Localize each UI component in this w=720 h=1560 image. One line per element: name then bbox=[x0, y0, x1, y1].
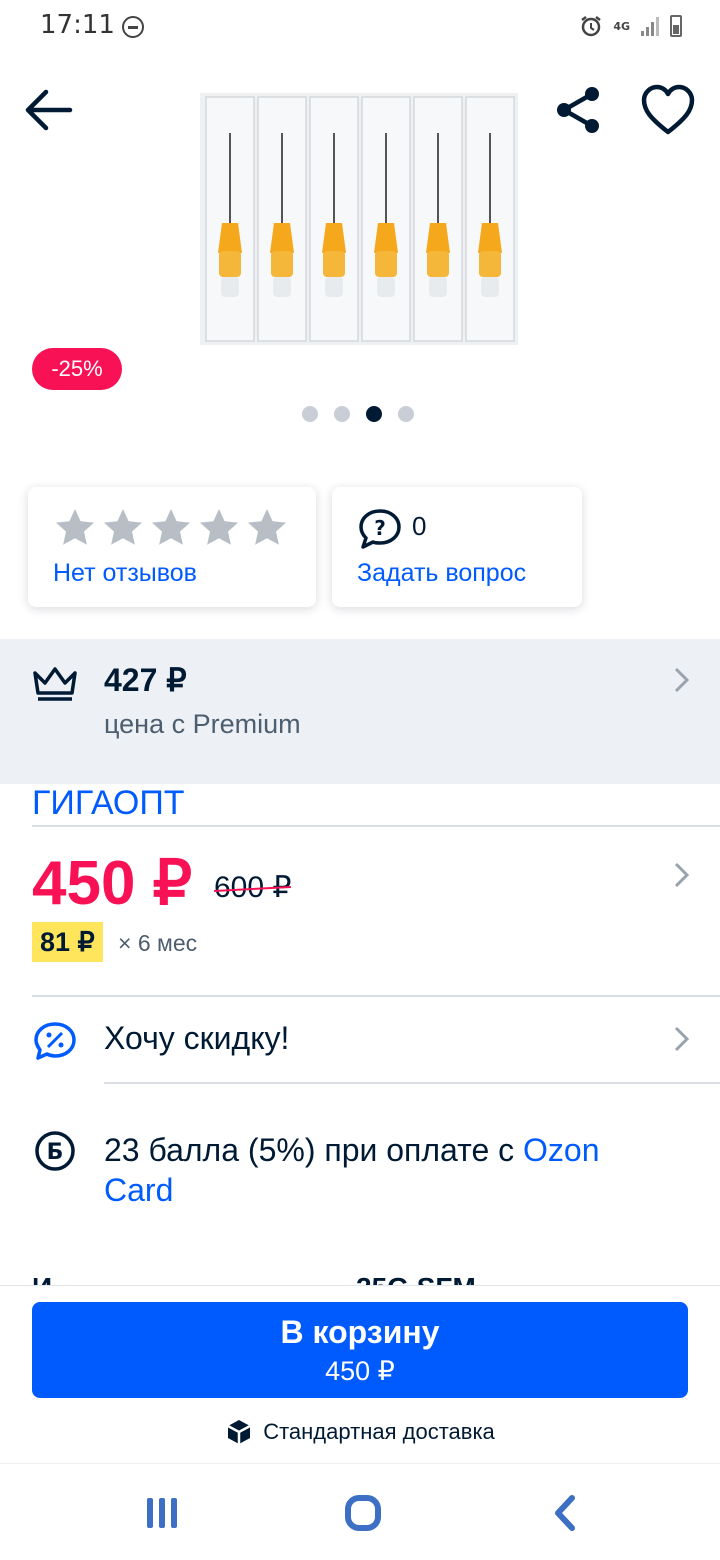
nav-back-icon[interactable] bbox=[552, 1494, 578, 1532]
questions-count: 0 bbox=[412, 511, 427, 541]
chevron-right-icon bbox=[674, 667, 690, 693]
network-type-label: 4G bbox=[613, 19, 630, 33]
back-arrow-icon[interactable] bbox=[18, 80, 78, 140]
star-icon bbox=[104, 509, 142, 545]
bonus-text: 23 балла (5%) при оплате с bbox=[104, 1132, 524, 1168]
spec-value: 25G SFM bbox=[356, 1272, 476, 1286]
box-icon bbox=[227, 1420, 251, 1444]
delivery-info[interactable]: Стандартная доставка bbox=[0, 1418, 720, 1446]
add-to-cart-label: В корзину bbox=[280, 1314, 440, 1350]
carousel-dot[interactable] bbox=[398, 406, 414, 422]
no-reviews-link[interactable]: Нет отзывов bbox=[53, 559, 197, 588]
want-discount-label[interactable]: Хочу скидку! bbox=[104, 1020, 289, 1057]
battery-icon bbox=[670, 15, 682, 37]
premium-price-label: цена с Premium bbox=[104, 709, 301, 739]
divider bbox=[104, 1082, 720, 1084]
system-navigation-bar bbox=[0, 1463, 720, 1560]
buy-panel: В корзину 450 ₽ Стандартная доставка bbox=[0, 1285, 720, 1463]
discount-badge: -25% bbox=[32, 348, 122, 390]
add-to-cart-button[interactable]: В корзину 450 ₽ bbox=[32, 1302, 688, 1398]
delivery-label: Стандартная доставка bbox=[263, 1419, 495, 1444]
crown-icon bbox=[33, 667, 77, 701]
questions-card[interactable]: ? 0 Задать вопрос bbox=[332, 487, 582, 607]
reviews-card[interactable]: Нет отзывов bbox=[28, 487, 316, 607]
rating-stars bbox=[54, 507, 288, 547]
signal-strength-icon bbox=[641, 17, 659, 36]
bonus-points-icon: Б bbox=[35, 1131, 75, 1171]
svg-text:Б: Б bbox=[47, 1140, 64, 1165]
old-price: 600 ₽ bbox=[214, 871, 292, 904]
discount-bubble-icon bbox=[34, 1022, 76, 1060]
star-icon bbox=[200, 509, 238, 545]
product-photo[interactable] bbox=[200, 93, 518, 345]
installment-badge[interactable]: 81 ₽ bbox=[32, 922, 103, 962]
carousel-dots bbox=[302, 406, 414, 422]
spec-name: И bbox=[32, 1272, 52, 1286]
chevron-right-icon[interactable] bbox=[672, 860, 692, 890]
specs-row-cutoff: И 25G SFM bbox=[0, 1268, 720, 1286]
star-icon bbox=[152, 509, 190, 545]
chevron-right-icon[interactable] bbox=[672, 1024, 692, 1054]
premium-price-row[interactable]: 427 ₽ цена с Premium bbox=[0, 639, 720, 784]
star-icon bbox=[248, 509, 286, 545]
status-bar: 17:11 4G bbox=[0, 0, 720, 56]
status-time: 17:11 bbox=[40, 10, 115, 40]
carousel-dot[interactable] bbox=[366, 406, 382, 422]
home-icon[interactable] bbox=[344, 1494, 382, 1532]
question-bubble-icon: ? bbox=[359, 509, 401, 549]
divider bbox=[32, 825, 720, 827]
add-to-cart-price: 450 ₽ bbox=[325, 1356, 395, 1386]
divider bbox=[32, 995, 720, 997]
ask-question-link[interactable]: Задать вопрос bbox=[357, 559, 526, 588]
heart-icon[interactable] bbox=[636, 80, 700, 140]
carousel-dot[interactable] bbox=[334, 406, 350, 422]
current-price: 450 ₽ bbox=[32, 849, 193, 918]
share-icon[interactable] bbox=[548, 80, 608, 140]
alarm-icon bbox=[581, 16, 602, 37]
seller-name[interactable]: ГИГАОПТ bbox=[32, 784, 185, 823]
do-not-disturb-icon bbox=[122, 16, 144, 38]
status-indicators: 4G bbox=[579, 14, 682, 38]
premium-price: 427 ₽ bbox=[104, 662, 187, 698]
installment-term: × 6 мес bbox=[118, 930, 198, 956]
star-icon bbox=[56, 509, 94, 545]
carousel-dot[interactable] bbox=[302, 406, 318, 422]
bonus-info: 23 балла (5%) при оплате с Ozon Card bbox=[104, 1130, 664, 1210]
svg-text:?: ? bbox=[374, 516, 386, 540]
recent-apps-icon[interactable] bbox=[144, 1496, 180, 1530]
